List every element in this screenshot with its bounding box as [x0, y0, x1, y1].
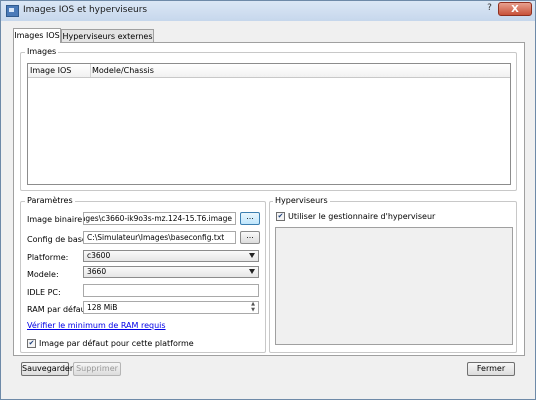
- save-button[interactable]: Sauvegarder: [21, 362, 73, 376]
- chevron-down-icon: [249, 253, 255, 258]
- close-window-button[interactable]: X: [498, 2, 532, 16]
- dialog-window: Images IOS et hyperviseurs ? X Images IO…: [0, 0, 536, 400]
- modele-select[interactable]: 3660: [83, 266, 259, 278]
- images-group-title: Images: [25, 47, 59, 56]
- image-binaire-browse-button[interactable]: ...: [240, 212, 260, 225]
- column-header-image-ios[interactable]: Image IOS: [28, 64, 91, 77]
- help-button[interactable]: ?: [481, 2, 498, 15]
- config-base-input[interactable]: C:\Simulateur\Images\baseconfig.txt: [83, 231, 236, 244]
- column-header-modele-chassis[interactable]: Modele/Chassis: [90, 64, 292, 77]
- ram-label: RAM par défaut:: [27, 305, 92, 314]
- table-header: Image IOS Modele/Chassis: [28, 64, 510, 78]
- ram-spinbox[interactable]: 128 MiB ▲ ▼: [83, 301, 259, 314]
- chevron-down-icon: [249, 269, 255, 274]
- window-title: Images IOS et hyperviseurs: [23, 5, 148, 15]
- tab-hyperviseurs-externes[interactable]: Hyperviseurs externes: [61, 29, 154, 43]
- image-binaire-label: Image binaire:: [27, 215, 85, 224]
- close-button[interactable]: Fermer: [467, 362, 515, 376]
- parametres-group-title: Paramètres: [25, 196, 75, 205]
- plateforme-label: Platforme:: [27, 253, 69, 262]
- hyperviseur-panel: [275, 227, 513, 345]
- hyperviseurs-group-title: Hyperviseurs: [273, 196, 330, 205]
- default-image-checkbox[interactable]: ✔: [27, 339, 36, 348]
- modele-value: 3660: [87, 267, 107, 276]
- plateforme-value: c3600: [87, 251, 111, 260]
- images-table[interactable]: Image IOS Modele/Chassis: [27, 63, 511, 185]
- tab-images-ios[interactable]: Images IOS: [13, 28, 61, 43]
- use-manager-checkbox[interactable]: ✔: [276, 212, 285, 221]
- plateforme-select[interactable]: c3600: [83, 250, 259, 262]
- app-icon: [6, 5, 19, 17]
- ram-value: 128 MiB: [87, 303, 118, 312]
- use-manager-label: Utiliser le gestionnaire d'hyperviseur: [288, 212, 436, 221]
- spin-down-icon[interactable]: ▼: [249, 308, 257, 313]
- config-base-browse-button[interactable]: ...: [240, 231, 260, 244]
- idle-pc-label: IDLE PC:: [27, 288, 61, 297]
- idle-pc-input[interactable]: [83, 284, 259, 297]
- modele-label: Modele:: [27, 270, 59, 279]
- default-image-label: Image par défaut pour cette platforme: [39, 339, 194, 348]
- verify-ram-link[interactable]: Vérifier le minimum de RAM requis: [27, 321, 166, 330]
- delete-button[interactable]: Supprimer: [73, 362, 121, 376]
- config-base-label: Config de base:: [27, 235, 90, 244]
- title-bar[interactable]: Images IOS et hyperviseurs ? X: [1, 1, 535, 21]
- image-binaire-input[interactable]: teur\Images\c3660-ik9o3s-mz.124-15.T6.im…: [83, 212, 236, 225]
